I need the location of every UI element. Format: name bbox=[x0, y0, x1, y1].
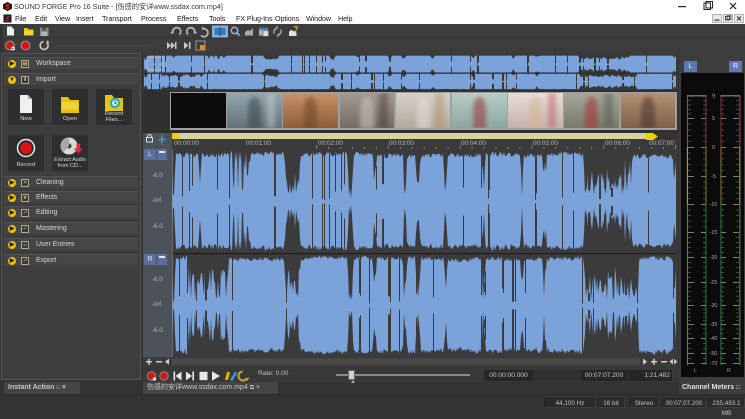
svg-text:-35: -35 bbox=[710, 322, 718, 328]
svg-text:-5: -5 bbox=[711, 174, 716, 180]
svg-text:-10: -10 bbox=[710, 202, 718, 208]
svg-text:?: ? bbox=[294, 25, 299, 34]
svg-text:-15: -15 bbox=[710, 230, 718, 236]
svg-text:R: R bbox=[727, 368, 731, 374]
svg-text:L: L bbox=[694, 368, 697, 374]
svg-text:-25: -25 bbox=[710, 280, 718, 286]
svg-text:-70: -70 bbox=[710, 361, 718, 367]
svg-text:5: 5 bbox=[712, 116, 715, 122]
svg-text:0: 0 bbox=[712, 145, 715, 151]
svg-text:-20: -20 bbox=[710, 255, 718, 261]
svg-text:-40: -40 bbox=[710, 336, 718, 342]
svg-text:-50: -50 bbox=[710, 351, 718, 357]
svg-text:-30: -30 bbox=[710, 303, 718, 309]
svg-text:9: 9 bbox=[712, 94, 715, 100]
